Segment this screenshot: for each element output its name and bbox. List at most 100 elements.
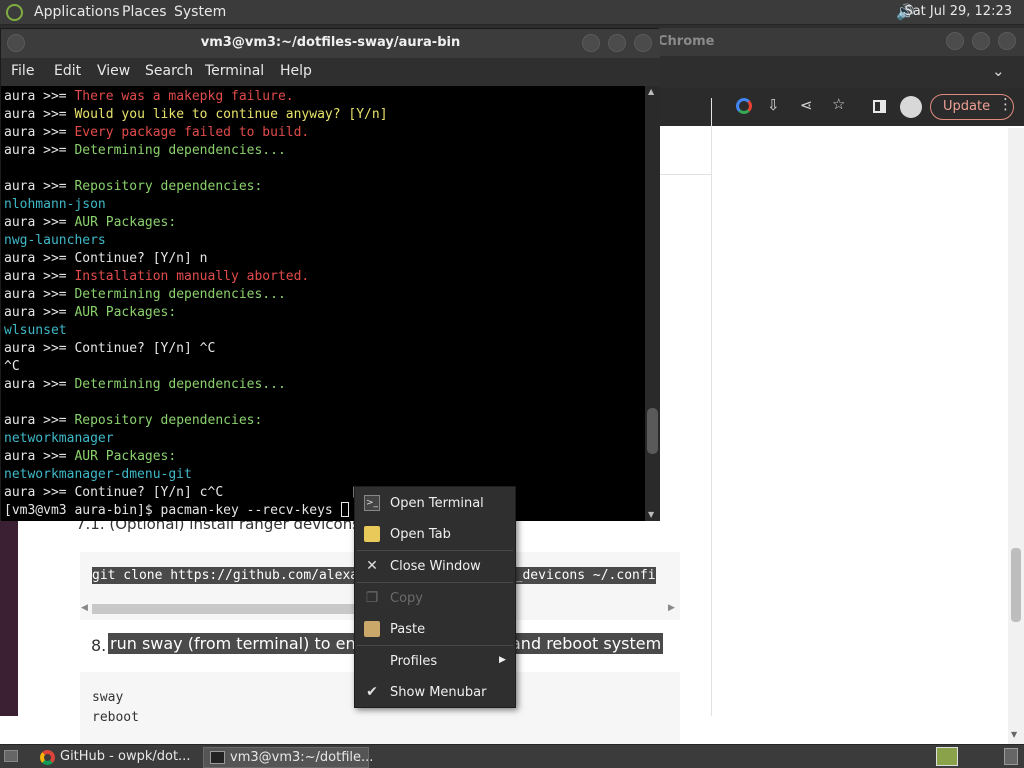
distro-logo-icon[interactable]: [6, 4, 23, 21]
code-line[interactable]: reboot: [92, 710, 139, 725]
ctx-paste[interactable]: Paste: [355, 615, 515, 645]
step-8-text-start[interactable]: run sway (from terminal) to ensu: [108, 633, 377, 654]
terminal-text: Determining dependencies...: [74, 143, 286, 158]
terminal-text: AUR Packages:: [74, 305, 177, 320]
scroll-down-icon[interactable]: ▼: [648, 510, 654, 519]
text-cursor: [340, 502, 349, 517]
terminal-line: aura >>= Continue? [Y/n] n: [4, 250, 388, 268]
show-desktop-icon[interactable]: [4, 750, 18, 762]
code-line[interactable]: sway: [92, 690, 123, 705]
terminal-text: Would you like to continue anyway? [Y/n]: [74, 107, 388, 122]
ctx-open-terminal[interactable]: >_ Open Terminal: [355, 489, 515, 519]
ctx-show-menubar[interactable]: ✔ Show Menubar: [355, 678, 515, 708]
ctx-profiles[interactable]: Profiles ▶: [355, 647, 515, 677]
maximize-icon[interactable]: [972, 32, 990, 50]
terminal-line: aura >>= Continue? [Y/n] c^C: [4, 484, 388, 502]
maximize-icon[interactable]: [608, 34, 626, 52]
terminal-text: Determining dependencies...: [74, 287, 286, 302]
terminal-text: aura >>= Continue? [Y/n] c^C: [4, 485, 224, 500]
minimize-icon[interactable]: [946, 32, 964, 50]
terminal-output[interactable]: aura >>= There was a makepkg failure. aur…: [1, 86, 645, 521]
menu-file[interactable]: File: [11, 63, 34, 79]
close-icon[interactable]: [998, 32, 1016, 50]
terminal-text: aura >>=: [4, 125, 75, 140]
terminal-text: Installation manually aborted.: [74, 269, 310, 284]
code-horizontal-scrollbar[interactable]: [92, 604, 362, 614]
terminal-menubar: File Edit View Search Terminal Help: [1, 58, 660, 86]
terminal-text: There was a makepkg failure.: [74, 89, 294, 104]
menu-edit[interactable]: Edit: [54, 63, 81, 79]
ctx-copy: ❐ Copy: [365, 590, 423, 606]
bookmark-star-icon[interactable]: ☆: [832, 95, 845, 113]
menu-separator: [357, 550, 513, 551]
terminal-text: aura >>=: [4, 377, 75, 392]
update-button[interactable]: Update: [930, 94, 1014, 120]
terminal-text: aura >>=: [4, 287, 75, 302]
share-icon[interactable]: ⋖: [800, 96, 813, 114]
terminal-line: nwg-launchers: [4, 232, 388, 250]
terminal-text: ^C: [4, 359, 20, 374]
scroll-up-icon[interactable]: ▲: [648, 87, 654, 96]
minimize-icon[interactable]: [582, 34, 600, 52]
ctx-close-window[interactable]: ✕ Close Window: [355, 552, 515, 582]
profile-avatar-icon[interactable]: [900, 96, 922, 118]
terminal-line: aura >>= Every package failed to build.: [4, 124, 388, 142]
terminal-context-menu: >_ Open Terminal Open Tab ✕ Close Window…: [354, 486, 516, 708]
terminal-text: aura >>=: [4, 89, 75, 104]
trash-icon[interactable]: [1004, 748, 1018, 765]
terminal-text: aura >>=: [4, 269, 75, 284]
copy-icon: ❐: [365, 590, 379, 606]
menu-search[interactable]: Search: [145, 63, 193, 79]
side-panel-icon[interactable]: [873, 100, 886, 113]
terminal-text: networkmanager: [4, 431, 114, 446]
terminal-text: aura >>=: [4, 143, 75, 158]
menu-separator: [357, 645, 513, 646]
scroll-right-icon[interactable]: ▶: [668, 603, 675, 613]
terminal-text: AUR Packages:: [74, 449, 177, 464]
close-icon: ✕: [366, 558, 378, 574]
menu-terminal[interactable]: Terminal: [205, 63, 264, 79]
terminal-line: wlsunset: [4, 322, 388, 340]
menu-view[interactable]: View: [97, 63, 130, 79]
task-label: vm3@vm3:~/dotfile...: [230, 750, 374, 765]
ctx-open-tab[interactable]: Open Tab: [355, 520, 515, 550]
clock[interactable]: Sat Jul 29, 12:23: [904, 4, 1012, 19]
system-menu[interactable]: System: [174, 4, 226, 20]
menu-help[interactable]: Help: [280, 63, 312, 79]
install-icon[interactable]: ⇩: [767, 96, 780, 114]
chrome-icon: [40, 750, 55, 765]
terminal-text: aura >>=: [4, 179, 75, 194]
terminal-text: Every package failed to build.: [74, 125, 310, 140]
terminal-text: nwg-launchers: [4, 233, 106, 248]
page-vertical-scrollbar-track[interactable]: [1008, 128, 1024, 744]
workspace-switcher-icon[interactable]: [936, 747, 958, 766]
terminal-text: aura >>= Continue? [Y/n] ^C: [4, 341, 216, 356]
scroll-down-icon[interactable]: ▼: [1011, 730, 1017, 739]
page-vertical-scrollbar-thumb[interactable]: [1011, 548, 1021, 622]
terminal-line: aura >>= Would you like to continue anyw…: [4, 106, 388, 124]
terminal-text: aura >>=: [4, 215, 75, 230]
step-8-text-end[interactable]: and reboot system: [509, 633, 664, 654]
terminal-line: networkmanager-dmenu-git: [4, 466, 388, 484]
terminal-text: wlsunset: [4, 323, 67, 338]
terminal-scrollbar[interactable]: ▲ ▼: [645, 86, 660, 521]
scroll-left-icon[interactable]: ◀: [81, 603, 88, 613]
terminal-prompt-line[interactable]: [vm3@vm3 aura-bin]$ pacman-key --recv-ke…: [4, 502, 388, 520]
terminal-line: networkmanager: [4, 430, 388, 448]
close-icon[interactable]: [634, 34, 652, 52]
terminal-titlebar[interactable]: vm3@vm3:~/dotfiles-sway/aura-bin: [1, 29, 660, 58]
terminal-text: networkmanager-dmenu-git: [4, 467, 192, 482]
terminal-line: aura >>= Continue? [Y/n] ^C: [4, 340, 388, 358]
terminal-text: aura >>=: [4, 305, 75, 320]
paste-icon: [364, 621, 380, 637]
task-terminal[interactable]: vm3@vm3:~/dotfile...: [203, 747, 373, 768]
chrome-window-title: Chrome: [658, 34, 715, 49]
terminal-scrollbar-thumb[interactable]: [647, 408, 658, 454]
terminal-text: Repository dependencies:: [74, 179, 263, 194]
task-chrome[interactable]: GitHub - owpk/dot...: [34, 747, 200, 768]
applications-menu[interactable]: Applications: [34, 4, 120, 20]
google-icon[interactable]: [736, 98, 752, 114]
chevron-down-icon[interactable]: ⌄: [992, 62, 1005, 80]
places-menu[interactable]: Places: [122, 4, 167, 20]
